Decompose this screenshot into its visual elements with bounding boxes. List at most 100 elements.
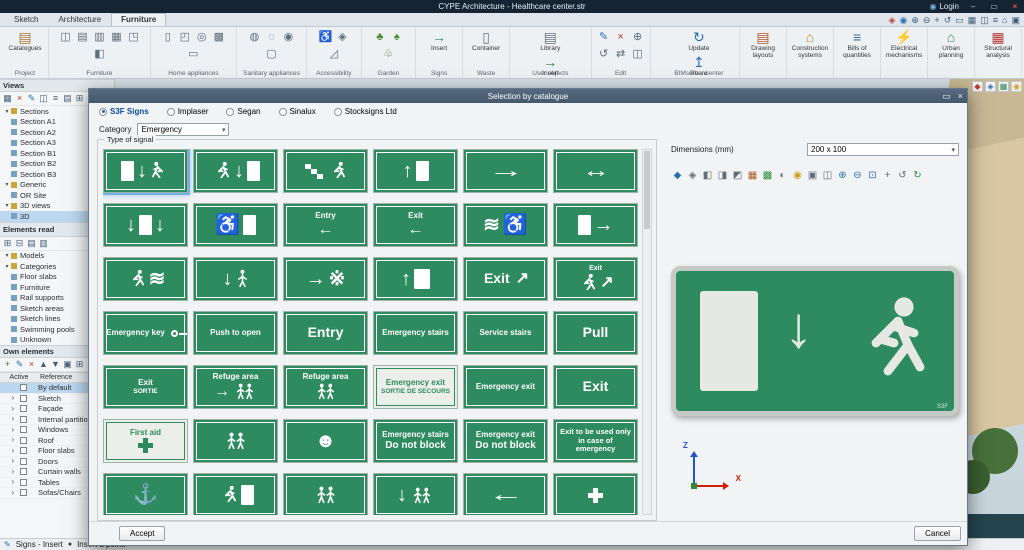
sign-tile-escape-water[interactable]: ≋ [103, 257, 188, 301]
sign-tile-refuge-area-arrow[interactable]: Refuge area→ [193, 365, 278, 409]
sign-tile-service-stairs[interactable]: Service stairs [463, 311, 548, 355]
active-checkbox[interactable] [20, 395, 27, 402]
orbit-icon[interactable]: ↺ [896, 169, 909, 182]
edit-view-icon[interactable]: ✎ [26, 93, 37, 104]
close-button[interactable]: × [1008, 2, 1022, 11]
sign-tile-first-aid[interactable]: First aid [103, 419, 188, 463]
stove-icon[interactable]: ▩ [211, 30, 226, 45]
zoom-in-icon[interactable]: ⊕ [911, 14, 919, 26]
accept-button[interactable]: Accept [119, 526, 165, 541]
ramp-icon[interactable]: ◿ [326, 47, 341, 62]
viewport-light-icon[interactable]: ◉ [1011, 81, 1022, 92]
urban-planning-button[interactable]: ⌂Urban planning [932, 30, 970, 60]
signs-scrollbar[interactable] [642, 149, 652, 515]
plant-icon[interactable]: ♧ [381, 47, 396, 62]
sign-tile-emergency-stairs-do-not-block[interactable]: Emergency stairsDo not block [373, 419, 458, 463]
layers-icon[interactable]: ◫ [980, 14, 989, 26]
delete-icon[interactable]: × [613, 30, 628, 45]
viewport-grid-icon[interactable]: ▦ [998, 81, 1009, 92]
construction-systems-button[interactable]: ⌂Construction systems [791, 30, 829, 60]
table-icon[interactable]: ◳ [126, 30, 141, 45]
zoom-fit-icon[interactable]: ⊡ [866, 169, 879, 182]
active-checkbox[interactable] [20, 384, 27, 391]
window-icon[interactable]: ▭ [955, 14, 964, 26]
dialog-titlebar[interactable]: Selection by catalogue ▭ × [89, 89, 967, 103]
catalog-radio-stocksigns-ltd[interactable]: Stocksigns Ltd [334, 107, 397, 116]
sign-tile-assembly-point-2[interactable] [283, 473, 368, 515]
login-button[interactable]: ◉ Login [929, 2, 959, 11]
sign-tile-arrow-left-big[interactable]: ← [463, 473, 548, 515]
sign-tile-exit-running-man[interactable]: Exit↗ [553, 257, 638, 301]
select-all-icon[interactable]: ▣ [62, 359, 73, 370]
sign-tile-exit-sortie[interactable]: ExitSORTIE [103, 365, 188, 409]
sign-tile-door-arrow-right[interactable]: → [553, 203, 638, 247]
pan-icon[interactable]: + [881, 169, 894, 182]
collapse-tree-icon[interactable]: ⊟ [14, 238, 25, 249]
render-mode-icon[interactable]: ◉ [899, 14, 907, 26]
copy-icon[interactable]: ⊕ [630, 30, 645, 45]
move-up-icon[interactable]: ▲ [38, 359, 49, 370]
active-checkbox[interactable] [20, 405, 27, 412]
tree-icon[interactable]: ♣ [372, 30, 387, 45]
cancel-button[interactable]: Cancel [914, 526, 961, 541]
zoom-out-icon[interactable]: ⊖ [851, 169, 864, 182]
viewport-orbit-icon[interactable]: ◈ [985, 81, 996, 92]
orbit-icon[interactable]: ↺ [944, 14, 952, 26]
tv-icon[interactable]: ▭ [186, 47, 201, 62]
dimensions-select[interactable]: 200 x 100 ▾ [807, 143, 959, 156]
wheelchair-icon[interactable]: ♿ [318, 30, 333, 45]
top-view-icon[interactable]: ◩ [731, 169, 744, 182]
zoom-in-icon[interactable]: ⊕ [836, 169, 849, 182]
layers-icon[interactable]: ▤ [26, 238, 37, 249]
sign-tile-exit-emergency-use-only[interactable]: Exit to be used only in case of emergenc… [553, 419, 638, 463]
sign-tile-emergency-exit-sortie[interactable]: Emergency exitSORTIE DE SECOURS [373, 365, 458, 409]
duplicate-view-icon[interactable]: ◫ [38, 93, 49, 104]
catalog-radio-sinalux[interactable]: Sinalux [279, 107, 316, 116]
front-view-icon[interactable]: ◧ [701, 169, 714, 182]
rotate-icon[interactable]: ↺ [596, 47, 611, 62]
sign-tile-cross-sign[interactable] [553, 473, 638, 515]
zoom-out-icon[interactable]: ⊖ [923, 14, 931, 26]
list-icon[interactable]: ≡ [993, 14, 998, 26]
wardrobe-icon[interactable]: ◫ [58, 30, 73, 45]
sign-tile-arrow-left-right[interactable]: ↔ [553, 149, 638, 193]
shower-icon[interactable]: ◉ [281, 30, 296, 45]
tab-sketch[interactable]: Sketch [4, 13, 48, 26]
sign-tile-wheelchair-exit[interactable]: ♿ [193, 203, 278, 247]
sign-tile-entry-text[interactable]: Entry [283, 311, 368, 355]
filter-icon[interactable]: ▥ [38, 238, 49, 249]
container-button[interactable]: ▯Container [467, 30, 505, 53]
list-view-icon[interactable]: ≡ [50, 93, 61, 104]
mirror-icon[interactable]: ⇄ [613, 47, 628, 62]
sign-tile-emergency-exit-do-not-block[interactable]: Emergency exitDo not block [463, 419, 548, 463]
sign-tile-exit-door-right-down[interactable]: ↓ [193, 149, 278, 193]
insert-button[interactable]: →Insert [420, 30, 458, 53]
scene-settings-icon[interactable]: ◈ [889, 14, 896, 26]
isometric-view-icon[interactable]: ◈ [686, 169, 699, 182]
home-view-icon[interactable]: ⌂ [1002, 14, 1007, 26]
sign-tile-arrow-right[interactable]: → [463, 149, 548, 193]
pan-icon[interactable]: + [934, 14, 939, 26]
sign-tile-exit-up-right[interactable]: Exit↗ [463, 257, 548, 301]
catalogues-button[interactable]: ▤Catalogues [6, 30, 44, 53]
grid-icon[interactable]: ▦ [968, 14, 977, 26]
sign-tile-emergency-key[interactable]: Emergency key [103, 311, 188, 355]
select-icon[interactable]: ▣ [1011, 14, 1020, 26]
sign-tile-escape-mask[interactable]: ☻ [283, 419, 368, 463]
tab-furniture[interactable]: Furniture [111, 13, 166, 26]
active-checkbox[interactable] [20, 426, 27, 433]
texture-icon[interactable]: ▩ [761, 169, 774, 182]
signs-scrollbar-thumb[interactable] [644, 151, 650, 229]
drawers-icon[interactable]: ▦ [109, 30, 124, 45]
update-button[interactable]: ↻Update [680, 30, 718, 53]
fridge-icon[interactable]: ▯ [160, 30, 175, 45]
active-checkbox[interactable] [20, 489, 27, 496]
toilet-icon[interactable]: ◌ [264, 30, 279, 45]
sink-icon[interactable]: ◍ [247, 30, 262, 45]
tab-architecture[interactable]: Architecture [48, 13, 111, 26]
shelf-icon[interactable]: ▥ [92, 30, 107, 45]
sign-tile-people-arrow-down[interactable]: ↓ [373, 473, 458, 515]
minimize-button[interactable]: – [966, 2, 980, 11]
redraw-icon[interactable]: ↻ [911, 169, 924, 182]
bath-icon[interactable]: ▢ [264, 47, 279, 62]
